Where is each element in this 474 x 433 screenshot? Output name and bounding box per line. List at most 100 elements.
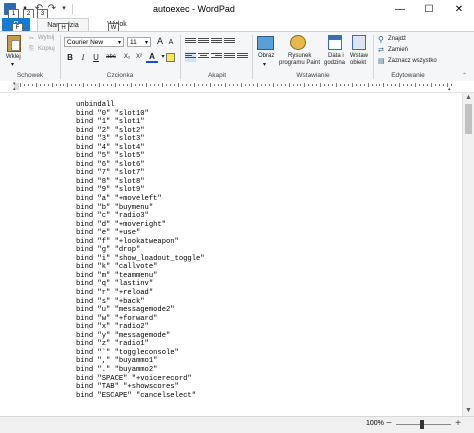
document-line[interactable]: bind "," "buyammo1" bbox=[76, 357, 205, 366]
ruler-tick bbox=[91, 84, 93, 86]
document-line[interactable]: bind "ESCAPE" "cancelselect" bbox=[76, 392, 205, 401]
underline-button[interactable]: U bbox=[90, 52, 102, 63]
paint-drawing-button-line2[interactable]: programu Paint bbox=[279, 60, 320, 66]
insert-object-button[interactable]: Wstaw bbox=[350, 53, 368, 59]
picture-button[interactable]: Obraz bbox=[258, 53, 274, 59]
paint-icon[interactable] bbox=[290, 35, 306, 50]
document-line[interactable]: bind "8" "slot8" bbox=[76, 178, 205, 187]
document-line[interactable]: unbindall bbox=[76, 101, 205, 110]
highlight-icon[interactable] bbox=[166, 53, 175, 62]
bullets-icon[interactable] bbox=[211, 37, 222, 47]
document-line[interactable]: bind "5" "slot5" bbox=[76, 152, 205, 161]
document-line[interactable]: bind "u" "messagemode2" bbox=[76, 306, 205, 315]
select-all-button[interactable]: Zaznacz wszystko bbox=[388, 58, 437, 64]
document-line[interactable]: bind "z" "radio1" bbox=[76, 340, 205, 349]
zoom-slider-thumb[interactable] bbox=[420, 420, 424, 429]
maximize-button[interactable]: ☐ bbox=[415, 0, 443, 20]
datetime-button-line2[interactable]: godzina bbox=[324, 60, 345, 66]
redo-icon[interactable]: ↷ bbox=[46, 3, 58, 15]
document-line[interactable]: bind "f" "+lookatweapon" bbox=[76, 238, 205, 247]
subscript-button[interactable]: X₂ bbox=[121, 52, 133, 63]
copy-icon: ⎘ bbox=[29, 46, 34, 52]
increase-indent-icon[interactable] bbox=[198, 37, 209, 47]
justify-icon[interactable] bbox=[224, 52, 235, 62]
document-line[interactable]: bind "4" "slot4" bbox=[76, 144, 205, 153]
collapse-ribbon-icon[interactable]: ⌃ bbox=[462, 72, 467, 79]
document-line[interactable]: bind "q" "lastinv" bbox=[76, 280, 205, 289]
paste-button[interactable]: Wklej bbox=[6, 54, 21, 60]
ruler-tick bbox=[83, 83, 85, 87]
align-right-icon[interactable] bbox=[211, 52, 222, 62]
chevron-down-icon[interactable]: ▾ bbox=[263, 61, 266, 68]
document-line[interactable]: bind "r" "+reload" bbox=[76, 289, 205, 298]
document-line[interactable]: bind "6" "slot6" bbox=[76, 161, 205, 170]
line-spacing-icon[interactable] bbox=[224, 37, 235, 47]
document-line[interactable]: bind "TAB" "+showscores" bbox=[76, 383, 205, 392]
align-center-icon[interactable] bbox=[198, 52, 209, 62]
document-line[interactable]: bind "d" "+moveright" bbox=[76, 221, 205, 230]
document-line[interactable]: bind "m" "teammenu" bbox=[76, 272, 205, 281]
document-line[interactable]: bind "0" "slot10" bbox=[76, 110, 205, 119]
paste-icon[interactable] bbox=[7, 35, 21, 52]
font-size-select[interactable]: 11 ▾ bbox=[127, 37, 151, 47]
document-line[interactable]: bind "w" "+forward" bbox=[76, 315, 205, 324]
hanging-indent-icon[interactable]: ▴ bbox=[13, 86, 16, 92]
zoom-out-button[interactable]: − bbox=[384, 418, 394, 430]
minimize-button[interactable]: — bbox=[386, 0, 414, 20]
picture-icon[interactable] bbox=[257, 36, 274, 50]
font-family-select[interactable]: Courier New ▾ bbox=[64, 37, 124, 47]
document-line[interactable]: bind "a" "+moveleft" bbox=[76, 195, 205, 204]
document-line[interactable]: bind "x" "radio2" bbox=[76, 323, 205, 332]
calendar-icon[interactable] bbox=[328, 35, 342, 50]
datetime-button[interactable]: Data i bbox=[328, 53, 344, 59]
document-line[interactable]: bind "k" "callvote" bbox=[76, 263, 205, 272]
document-line[interactable]: bind "g" "drop" bbox=[76, 246, 205, 255]
shrink-font-button[interactable]: A bbox=[165, 37, 177, 48]
close-button[interactable]: ✕ bbox=[444, 0, 474, 20]
insert-object-icon[interactable] bbox=[352, 35, 366, 50]
copy-button[interactable]: Kopiuj bbox=[38, 46, 55, 52]
cut-button[interactable]: Wytnij bbox=[38, 35, 54, 41]
document-line[interactable]: bind "e" "+use" bbox=[76, 229, 205, 238]
align-left-icon[interactable] bbox=[185, 52, 196, 62]
document-line[interactable]: bind "9" "slot9" bbox=[76, 186, 205, 195]
document-text[interactable]: unbindall bind "0" "slot10" bind "1" "slot… bbox=[76, 101, 205, 400]
document-line[interactable]: bind "s" "+back" bbox=[76, 298, 205, 307]
paste-dropdown-icon[interactable]: ▾ bbox=[11, 61, 14, 68]
document-line[interactable]: bind "y" "messagemode" bbox=[76, 332, 205, 341]
document-line[interactable]: bind "i" "show_loadout_toggle" bbox=[76, 255, 205, 264]
document-line[interactable]: bind "SPACE" "+voicerecord" bbox=[76, 375, 205, 384]
ruler-tick bbox=[351, 83, 353, 87]
scrollbar-thumb[interactable] bbox=[465, 104, 472, 134]
paint-drawing-button[interactable]: Rysunek bbox=[288, 53, 311, 59]
insert-object-button-line2[interactable]: obiekt bbox=[350, 60, 366, 66]
strikethrough-button[interactable]: abc bbox=[103, 52, 119, 63]
decrease-indent-icon[interactable] bbox=[185, 37, 196, 47]
superscript-button[interactable]: X² bbox=[133, 52, 145, 63]
bold-button[interactable]: B bbox=[64, 52, 76, 63]
ruler-tick bbox=[130, 83, 132, 87]
paragraph-icon[interactable] bbox=[237, 52, 248, 62]
document-line[interactable]: bind "3" "slot3" bbox=[76, 135, 205, 144]
italic-button[interactable]: I bbox=[77, 52, 89, 63]
qat-customize-icon[interactable]: ▾ bbox=[58, 3, 70, 15]
document-line[interactable]: bind "2" "slot2" bbox=[76, 127, 205, 136]
zoom-in-button[interactable]: + bbox=[453, 418, 463, 430]
document-line[interactable]: bind "c" "radio3" bbox=[76, 212, 205, 221]
document-line[interactable]: bind "`" "toggleconsole" bbox=[76, 349, 205, 358]
vertical-scrollbar[interactable]: ▲ ▼ bbox=[462, 93, 474, 416]
right-indent-icon[interactable]: ▴ bbox=[448, 86, 451, 92]
ruler-tick bbox=[213, 84, 215, 86]
document-line[interactable]: bind "7" "slot7" bbox=[76, 169, 205, 178]
scroll-up-icon[interactable]: ▲ bbox=[463, 93, 474, 103]
document-line[interactable]: bind "b" "buymenu" bbox=[76, 204, 205, 213]
find-button[interactable]: Znajdź bbox=[388, 36, 406, 42]
replace-button[interactable]: Zamień bbox=[388, 47, 408, 53]
document-line[interactable]: bind "1" "slot1" bbox=[76, 118, 205, 127]
document-line[interactable]: bind "." "buyammo2" bbox=[76, 366, 205, 375]
ruler-tick bbox=[324, 84, 326, 86]
ruler[interactable]: ▾ ▴ ▴ bbox=[0, 81, 474, 93]
scroll-down-icon[interactable]: ▼ bbox=[463, 406, 474, 416]
ruler-tick bbox=[391, 84, 393, 86]
document-area[interactable]: unbindall bind "0" "slot10" bind "1" "slot… bbox=[0, 93, 462, 416]
